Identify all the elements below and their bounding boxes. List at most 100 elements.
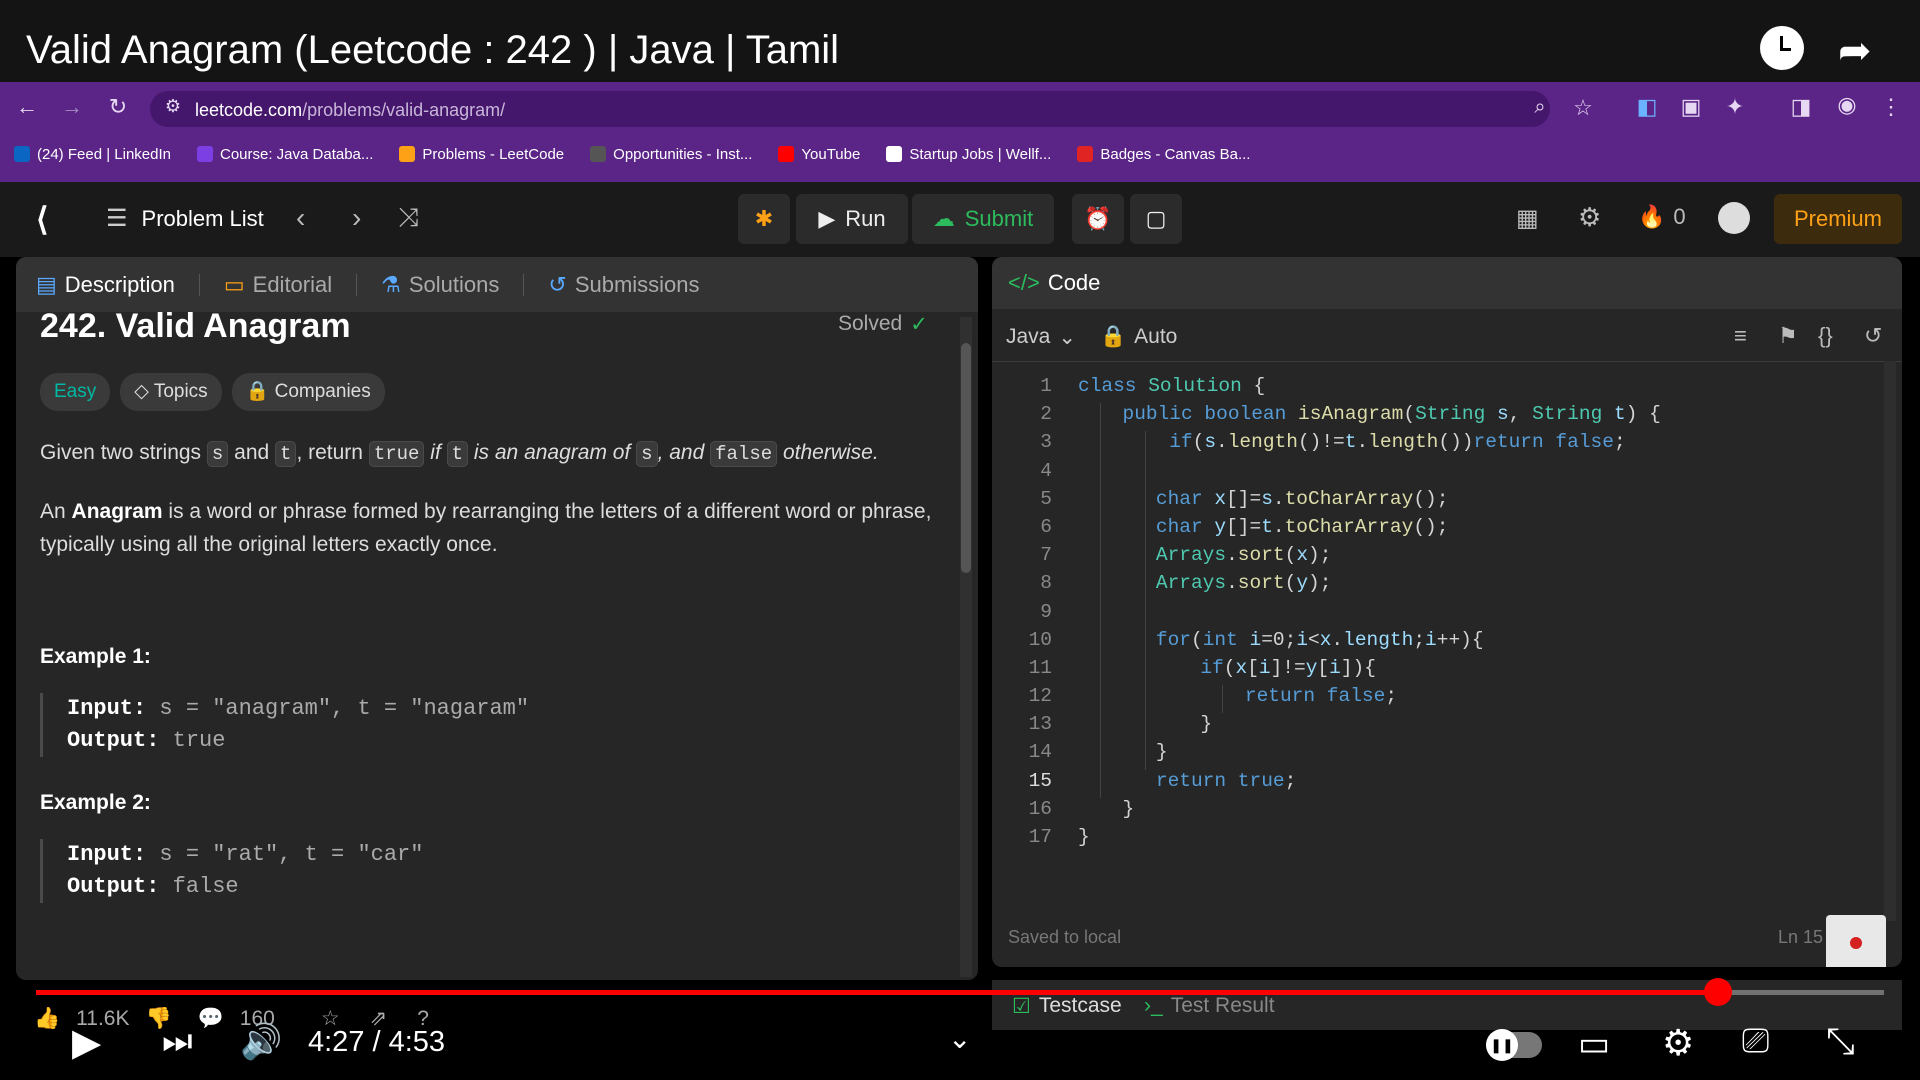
- menu-kebab-icon[interactable]: ⋮: [1876, 94, 1906, 120]
- line-number: 6: [1040, 515, 1052, 538]
- run-button[interactable]: ▶ Run: [796, 194, 908, 244]
- extension-icon-2[interactable]: ▣: [1676, 94, 1706, 120]
- code-line[interactable]: 5 char x[]=s.toCharArray();: [992, 488, 1902, 516]
- format-icon[interactable]: ≡: [1734, 323, 1747, 349]
- line-number: 10: [1028, 628, 1052, 651]
- subscribe-logo-dot: [1850, 937, 1862, 949]
- progress-bar[interactable]: [36, 978, 1884, 1006]
- bookmark-label: (24) Feed | LinkedIn: [37, 145, 171, 163]
- timer-button[interactable]: ⏰: [1072, 194, 1124, 244]
- bookmark-icon[interactable]: ⚑: [1778, 323, 1798, 349]
- code-line[interactable]: 12 return false;: [992, 685, 1902, 713]
- back-icon[interactable]: ←: [12, 94, 42, 120]
- shuffle-icon[interactable]: ⤨: [398, 202, 419, 234]
- scrollbar-thumb[interactable]: [961, 343, 971, 573]
- code-line[interactable]: 6 char y[]=t.toCharArray();: [992, 516, 1902, 544]
- leetcode-logo-icon[interactable]: ⟨: [36, 200, 48, 238]
- language-select[interactable]: Java ⌄: [1006, 325, 1076, 350]
- avatar[interactable]: [1718, 202, 1750, 234]
- play-icon[interactable]: ▶: [72, 1020, 101, 1065]
- bookmark-star-icon[interactable]: ☆: [1568, 95, 1598, 121]
- tab-editorial[interactable]: ▭ Editorial: [224, 272, 332, 298]
- tab-description[interactable]: ▤ Description: [36, 272, 175, 298]
- forward-icon[interactable]: →: [57, 94, 87, 120]
- bookmark-label: Course: Java Databa...: [219, 145, 374, 163]
- list-icon: ☰: [106, 205, 128, 232]
- topics-tag[interactable]: ◇ Topics: [120, 373, 222, 411]
- bookmark-item[interactable]: Opportunities - Inst...: [590, 140, 752, 168]
- share-icon[interactable]: ➦: [1838, 28, 1872, 74]
- code-line[interactable]: 1 class Solution {: [992, 375, 1902, 403]
- settings-icon[interactable]: ⚙: [1662, 1022, 1694, 1064]
- streak-counter[interactable]: 🔥 0: [1638, 204, 1686, 230]
- indent-guide: [1100, 403, 1101, 798]
- code-line[interactable]: 7 Arrays.sort(x);: [992, 544, 1902, 572]
- line-number: 14: [1028, 741, 1052, 764]
- debug-button[interactable]: ✱: [738, 194, 790, 244]
- code-editor[interactable]: 1 class Solution {2 public boolean isAnagr…: [992, 375, 1902, 854]
- puzzle-icon[interactable]: ✦: [1720, 94, 1750, 120]
- subtitles-icon[interactable]: ▭: [1578, 1024, 1610, 1064]
- code-line[interactable]: 14}: [992, 741, 1902, 769]
- chevron-down-icon[interactable]: ⌄: [948, 1022, 971, 1055]
- extension-icon[interactable]: ◧: [1632, 94, 1662, 120]
- leetcode-navbar: ⟨ ☰ Problem List ‹ › ⤨ ✱ ▶ Run ☁ Submit ⏰ …: [0, 182, 1920, 257]
- site-info-icon[interactable]: ⚙: [158, 96, 188, 117]
- chevron-down-icon: ⌄: [1058, 326, 1076, 349]
- progress-scrubber[interactable]: [1703, 978, 1732, 1006]
- comment-icon[interactable]: 💬: [198, 1007, 224, 1031]
- autocomplete-mode[interactable]: 🔒 Auto: [1100, 325, 1177, 349]
- reset-icon[interactable]: ↺: [1864, 323, 1882, 349]
- zoom-icon[interactable]: ⌕: [1525, 96, 1555, 119]
- premium-button[interactable]: Premium: [1774, 194, 1902, 244]
- editor-scrollbar[interactable]: [1884, 361, 1896, 921]
- watch-later-icon[interactable]: [1760, 26, 1804, 70]
- code-text: if(x[i]!=y[i]){: [1200, 656, 1376, 679]
- bookmark-item[interactable]: Course: Java Databa...: [196, 140, 374, 168]
- text: otherwise.: [782, 441, 879, 464]
- reload-icon[interactable]: ↻: [103, 94, 133, 120]
- code-line[interactable]: 17}: [992, 826, 1902, 854]
- profile-icon[interactable]: ◉: [1832, 92, 1862, 118]
- bookmark-item[interactable]: Badges - Canvas Ba...: [1077, 140, 1250, 168]
- settings-gear-icon[interactable]: ⚙: [1578, 202, 1601, 233]
- layout-icon[interactable]: ▦: [1516, 204, 1539, 233]
- code-line[interactable]: 4: [992, 460, 1902, 488]
- companies-tag[interactable]: 🔒 Companies: [231, 373, 385, 411]
- sidepanel-icon[interactable]: ◨: [1786, 94, 1816, 120]
- problem-list-button[interactable]: ☰ Problem List: [106, 204, 264, 233]
- code-line[interactable]: 2 public boolean isAnagram(String s, Stri…: [992, 403, 1902, 431]
- address-bar[interactable]: ⚙ leetcode.com/problems/valid-anagram/ ⌕…: [150, 91, 1593, 127]
- prev-problem-icon[interactable]: ‹: [296, 202, 305, 234]
- code-line[interactable]: 9: [992, 601, 1902, 629]
- code-line[interactable]: 8 Arrays.sort(y);: [992, 572, 1902, 600]
- inline-code: false: [710, 441, 778, 467]
- like-icon[interactable]: 👍: [34, 1007, 60, 1031]
- bookmark-item[interactable]: YouTube: [778, 140, 860, 168]
- next-video-icon[interactable]: ⏭: [162, 1022, 193, 1061]
- braces-icon[interactable]: {}: [1818, 323, 1833, 349]
- autoplay-toggle[interactable]: ❚❚: [1486, 1029, 1542, 1061]
- code-line[interactable]: 11 if(x[i]!=y[i]){: [992, 657, 1902, 685]
- bookmark-item[interactable]: Problems - LeetCode: [399, 140, 564, 168]
- code-line[interactable]: 13}: [992, 713, 1902, 741]
- submit-button[interactable]: ☁ Submit: [912, 194, 1054, 244]
- next-problem-icon[interactable]: ›: [352, 202, 361, 234]
- scrollbar[interactable]: [960, 317, 972, 977]
- tab-description-label: Description: [64, 271, 175, 297]
- cast-icon[interactable]: ⎚: [1742, 1022, 1769, 1061]
- difficulty-badge[interactable]: Easy: [40, 373, 111, 411]
- code-line[interactable]: 15 return true;: [992, 770, 1902, 798]
- bookmark-item[interactable]: Startup Jobs | Wellf...: [886, 140, 1051, 168]
- notes-button[interactable]: ▢: [1130, 194, 1182, 244]
- tab-submissions[interactable]: ↺ Submissions: [548, 272, 699, 298]
- bookmark-item[interactable]: (24) Feed | LinkedIn: [14, 140, 171, 168]
- code-line[interactable]: 10 for(int i=0;i<x.length;i++){: [992, 629, 1902, 657]
- volume-icon[interactable]: 🔊: [240, 1022, 282, 1062]
- tab-solutions[interactable]: ⚗ Solutions: [381, 272, 499, 298]
- exit-fullscreen-icon[interactable]: ⤡: [1826, 1020, 1855, 1063]
- autoplay-knob: ❚❚: [1486, 1029, 1518, 1061]
- code-line[interactable]: 3 if(s.length()!=t.length())return false;: [992, 431, 1902, 459]
- code-line[interactable]: 16}: [992, 798, 1902, 826]
- subscribe-logo[interactable]: [1826, 915, 1886, 967]
